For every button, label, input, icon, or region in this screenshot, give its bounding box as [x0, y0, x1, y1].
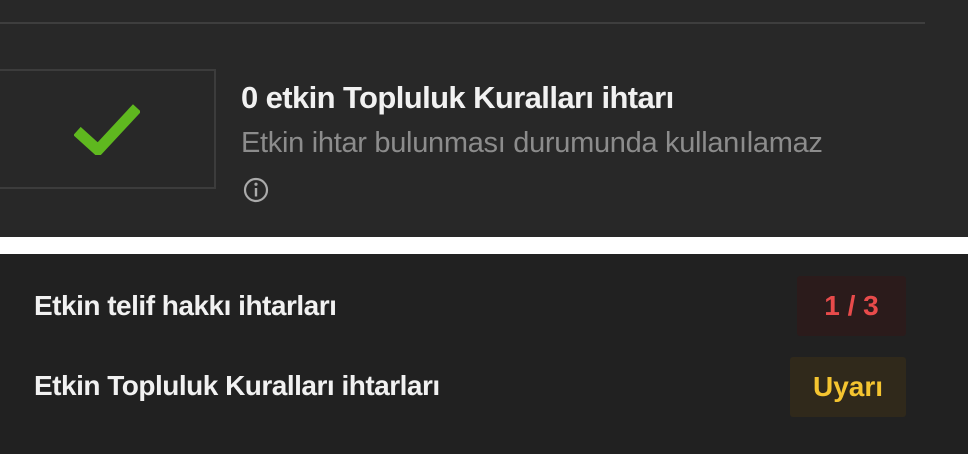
- strikes-panel: Etkin telif hakkı ihtarları 1 / 3 Etkin …: [0, 254, 968, 454]
- strike-requirement-text: Etkin ihtar bulunması durumunda kullanıl…: [241, 127, 823, 159]
- info-icon[interactable]: [242, 176, 270, 204]
- community-strikes-badge: Uyarı: [790, 357, 906, 417]
- status-box: [0, 69, 216, 189]
- section-gap: [0, 237, 968, 254]
- eligibility-panel: 0 etkin Topluluk Kuralları ihtarı Etkin …: [0, 0, 968, 237]
- checkmark-icon: [74, 104, 140, 155]
- community-strikes-label: Etkin Topluluk Kuralları ihtarları: [34, 370, 440, 401]
- copyright-strikes-label: Etkin telif hakkı ihtarları: [34, 290, 337, 321]
- divider: [0, 22, 925, 24]
- copyright-strikes-badge: 1 / 3: [797, 276, 906, 336]
- strike-count-title: 0 etkin Topluluk Kuralları ihtarı: [241, 80, 674, 115]
